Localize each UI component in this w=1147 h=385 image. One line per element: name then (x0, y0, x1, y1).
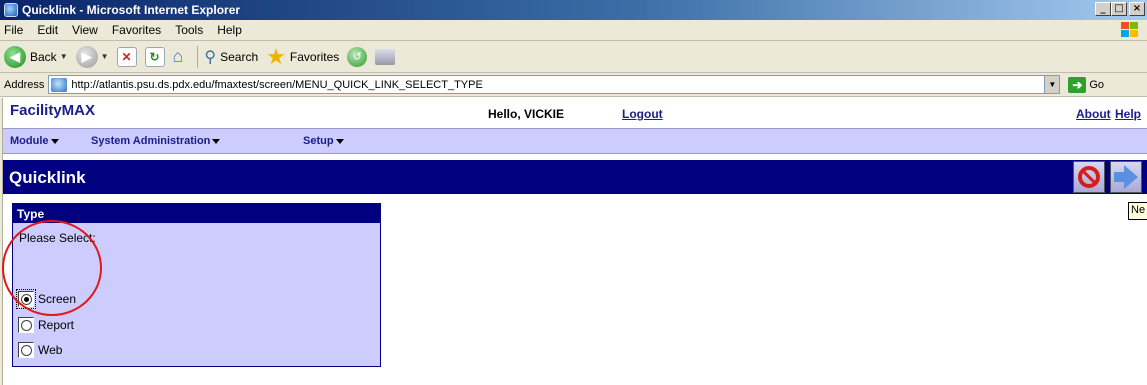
nav-system-administration[interactable]: System Administration (91, 135, 221, 147)
user-greeting: Hello, VICKIE (488, 107, 565, 121)
nav-module[interactable]: Module (10, 135, 59, 147)
address-input[interactable]: http://atlantis.psu.ds.pdx.edu/fmaxtest/… (48, 75, 1061, 94)
stop-button[interactable]: ✕ (116, 46, 137, 67)
menu-edit[interactable]: Edit (37, 23, 58, 37)
type-panel-title: Type (13, 204, 380, 223)
refresh-button[interactable]: ↻ (144, 46, 165, 67)
caret-down-icon (50, 138, 59, 144)
menu-view[interactable]: View (72, 23, 98, 37)
nav-module-label: Module (10, 135, 49, 147)
web-label: Web (38, 343, 63, 357)
search-icon: ⚲ (204, 48, 217, 66)
back-arrow-icon: ◀ (4, 45, 26, 68)
option-report[interactable]: Report (18, 317, 74, 333)
about-link[interactable]: About (1076, 107, 1111, 121)
go-button[interactable]: ➔ Go (1068, 76, 1105, 93)
module-nav: Module System Administration Setup (3, 128, 1147, 154)
home-icon: ⌂ (172, 46, 184, 66)
print-button[interactable] (375, 48, 396, 65)
page-icon (51, 77, 68, 92)
menu-file[interactable]: File (4, 23, 23, 37)
back-button[interactable]: ◀ Back ▼ (4, 45, 68, 68)
menu-help[interactable]: Help (217, 23, 242, 37)
window-title-bar[interactable]: Quicklink - Microsoft Internet Explorer … (0, 0, 1147, 20)
page-header-bar: Quicklink (3, 160, 1147, 194)
search-button[interactable]: ⚲ Search (204, 47, 258, 67)
menu-bar: File Edit View Favorites Tools Help (0, 20, 1147, 41)
menu-tools[interactable]: Tools (175, 23, 203, 37)
star-icon: ★ (266, 43, 286, 69)
toolbar-divider (197, 45, 199, 68)
type-panel: Type Please Select: Screen Report Web (12, 203, 381, 367)
option-web[interactable]: Web (18, 342, 62, 358)
browser-toolbar: ◀ Back ▼ ▶ ▼ ✕ ↻ ⌂ ⚲ Search ★ Favorites … (0, 41, 1147, 73)
chevron-down-icon: ▼ (59, 52, 68, 61)
app-brand: FacilityMAX (10, 102, 96, 119)
forward-button[interactable]: ▶ ▼ (75, 45, 109, 68)
arrow-right-icon (1114, 165, 1138, 189)
refresh-icon: ↻ (144, 46, 165, 67)
nav-setup-label: Setup (303, 135, 334, 147)
home-button[interactable]: ⌂ (173, 46, 184, 67)
report-radio[interactable] (18, 317, 34, 333)
stop-icon: ✕ (116, 46, 137, 67)
caret-down-icon (335, 138, 344, 144)
logout-link[interactable]: Logout (622, 107, 663, 121)
address-dropdown-button[interactable]: ▼ (1044, 76, 1060, 93)
minimize-button[interactable]: _ (1095, 2, 1111, 16)
next-tooltip: Ne (1128, 202, 1147, 220)
favorites-label: Favorites (289, 49, 340, 64)
window-title: Quicklink - Microsoft Internet Explorer (22, 3, 241, 17)
page-title: Quicklink (9, 168, 86, 187)
web-radio[interactable] (18, 342, 34, 358)
address-url: http://atlantis.psu.ds.pdx.edu/fmaxtest/… (71, 78, 483, 91)
media-icon: ↺ (347, 46, 368, 67)
nav-system-administration-label: System Administration (91, 135, 211, 147)
favorites-button[interactable]: ★ Favorites (266, 44, 339, 70)
radio-selected-dot (23, 296, 29, 302)
screen-label: Screen (38, 292, 77, 306)
chevron-down-icon: ▼ (100, 52, 109, 61)
select-prompt: Please Select: (19, 231, 96, 245)
caret-down-icon (212, 138, 221, 144)
print-icon (375, 48, 396, 65)
address-bar: Address http://atlantis.psu.ds.pdx.edu/f… (0, 73, 1147, 97)
nav-setup[interactable]: Setup (303, 135, 344, 147)
cancel-button[interactable] (1073, 161, 1105, 193)
search-label: Search (220, 49, 259, 64)
report-label: Report (38, 318, 75, 332)
back-label: Back (30, 49, 57, 64)
help-link[interactable]: Help (1115, 107, 1141, 121)
go-arrow-icon: ➔ (1068, 76, 1087, 93)
go-label: Go (1089, 78, 1105, 91)
ie-icon (4, 3, 18, 17)
windows-logo-icon (1121, 22, 1139, 38)
forward-arrow-icon: ▶ (75, 45, 98, 68)
window-controls: _ □ × (1095, 2, 1145, 16)
prohibited-icon (1078, 166, 1100, 188)
app-header: FacilityMAX Hello, VICKIE Logout About H… (3, 98, 1147, 128)
screen-radio[interactable] (16, 289, 36, 309)
close-button[interactable]: × (1129, 2, 1145, 16)
option-screen[interactable]: Screen (16, 289, 77, 309)
address-label: Address (4, 78, 45, 91)
maximize-button[interactable]: □ (1111, 2, 1127, 16)
next-button[interactable] (1110, 161, 1142, 193)
menu-favorites[interactable]: Favorites (112, 23, 161, 37)
media-button[interactable]: ↺ (347, 46, 368, 67)
